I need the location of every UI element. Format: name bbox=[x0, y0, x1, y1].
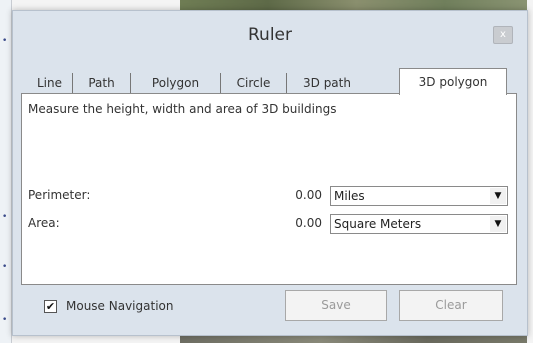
background-mark: • bbox=[2, 212, 8, 222]
tab-polygon[interactable]: Polygon bbox=[131, 73, 221, 94]
background-map-strip-bottom bbox=[180, 335, 533, 343]
tab-content-panel: Measure the height, width and area of 3D… bbox=[21, 93, 517, 285]
background-mark: • bbox=[2, 315, 8, 325]
tab-3d-path[interactable]: 3D path bbox=[287, 73, 367, 94]
tab-bar: Line Path Polygon Circle 3D path 3D poly… bbox=[21, 68, 517, 95]
background-mark: • bbox=[2, 36, 8, 46]
mouse-navigation-label[interactable]: Mouse Navigation bbox=[66, 299, 173, 313]
perimeter-value: 0.00 bbox=[295, 188, 322, 202]
perimeter-label: Perimeter: bbox=[28, 188, 91, 202]
description-text: Measure the height, width and area of 3D… bbox=[28, 102, 337, 116]
save-button[interactable]: Save bbox=[285, 290, 387, 321]
perimeter-unit-value: Miles bbox=[334, 189, 365, 203]
close-button[interactable]: x bbox=[493, 26, 513, 44]
background-sidebar-edge: • • • • bbox=[0, 0, 12, 343]
dropdown-arrow-icon[interactable]: ▼ bbox=[490, 216, 506, 232]
tab-path[interactable]: Path bbox=[73, 73, 131, 94]
background-mark: • bbox=[2, 262, 8, 272]
area-label: Area: bbox=[28, 216, 60, 230]
ruler-dialog: Ruler x Line Path Polygon Circle 3D path… bbox=[12, 10, 528, 336]
tab-circle[interactable]: Circle bbox=[221, 73, 287, 94]
dropdown-arrow-icon[interactable]: ▼ bbox=[490, 188, 506, 204]
clear-button[interactable]: Clear bbox=[399, 290, 503, 321]
dialog-title: Ruler bbox=[248, 25, 292, 45]
close-icon: x bbox=[500, 29, 506, 40]
perimeter-unit-select[interactable]: Miles ▼ bbox=[330, 186, 508, 206]
mouse-navigation-checkbox[interactable]: ✔ bbox=[44, 300, 57, 313]
area-value: 0.00 bbox=[295, 216, 322, 230]
checkmark-icon: ✔ bbox=[45, 300, 56, 313]
tab-line[interactable]: Line bbox=[27, 73, 73, 94]
tab-3d-polygon[interactable]: 3D polygon bbox=[399, 68, 507, 95]
area-unit-select[interactable]: Square Meters ▼ bbox=[330, 214, 508, 234]
dialog-footer: ✔ Mouse Navigation Save Clear bbox=[21, 289, 517, 329]
area-unit-value: Square Meters bbox=[334, 217, 422, 231]
